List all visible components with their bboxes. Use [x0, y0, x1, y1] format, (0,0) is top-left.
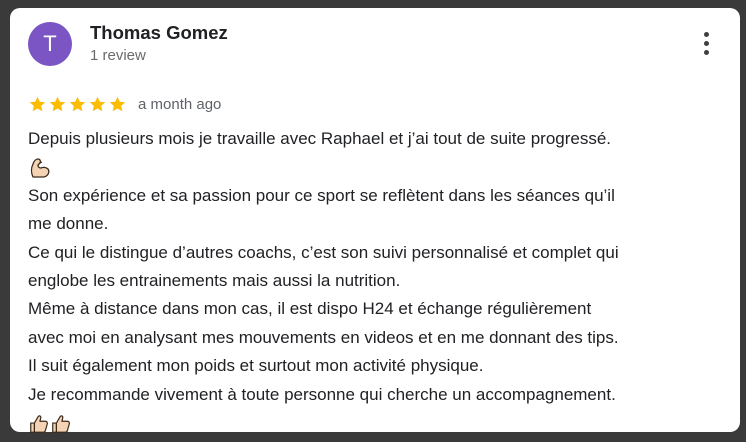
author-name[interactable]: Thomas Gomez	[90, 22, 228, 44]
thumbs-up-icon	[30, 414, 48, 433]
review-line: Depuis plusieurs mois je travaille avec …	[28, 129, 612, 148]
star-rating	[28, 95, 128, 114]
author-info: Thomas Gomez 1 review	[90, 22, 228, 65]
star-icon	[69, 96, 86, 111]
more-options-icon[interactable]	[700, 32, 712, 60]
review-line: Ce qui le distingue d’autres coachs, c’e…	[28, 242, 619, 262]
emoji-line	[28, 153, 728, 181]
star-icon	[29, 96, 46, 111]
review-line: Je recommande vivement à toute personne …	[28, 384, 616, 404]
review-line: Même à distance dans mon cas, il est dis…	[28, 299, 592, 319]
author-review-count: 1 review	[90, 47, 146, 64]
review-line: avec moi en analysant mes mouvements en …	[28, 327, 619, 347]
star-icon	[49, 96, 66, 111]
review-header: T Thomas Gomez 1 review	[28, 22, 722, 80]
review-line: Il suit également mon poids et surtout m…	[28, 356, 484, 376]
review-text: Depuis plusieurs mois je travaille avec …	[28, 125, 728, 437]
flexed-biceps-icon	[30, 158, 50, 178]
review-line: englobe les entrainements mais aussi la …	[28, 271, 401, 291]
star-icon	[89, 96, 106, 111]
rating-row: a month ago	[28, 92, 722, 116]
emoji-line	[28, 409, 728, 437]
review-line: Son expérience et sa passion pour ce spo…	[28, 185, 615, 205]
review-line: me donne.	[28, 214, 109, 234]
thumbs-up-icon	[52, 414, 70, 433]
star-icon	[109, 96, 126, 111]
review-date: a month ago	[138, 95, 222, 113]
avatar[interactable]: T	[28, 22, 72, 66]
review-card: T Thomas Gomez 1 review a month ago Depu…	[10, 8, 740, 433]
